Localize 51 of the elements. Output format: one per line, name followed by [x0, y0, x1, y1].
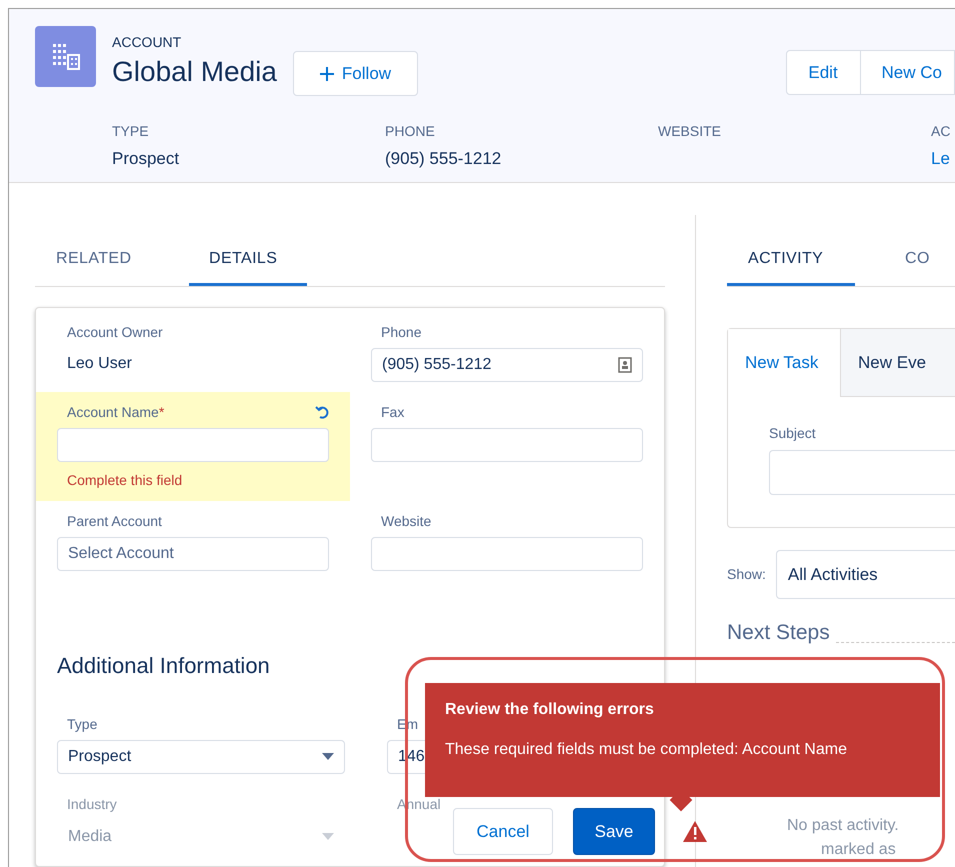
- section-title: Additional Information: [57, 652, 271, 680]
- field-label: Website: [381, 512, 432, 530]
- field-label: Industry: [67, 794, 117, 814]
- composer-tab[interactable]: New Eve: [840, 329, 955, 397]
- input-field[interactable]: [57, 428, 329, 462]
- show-label: Show:: [727, 565, 766, 584]
- field-label: Type: [67, 714, 98, 734]
- dropdown-caret-icon: [322, 753, 334, 761]
- input-field[interactable]: (905) 555-1212: [371, 348, 643, 382]
- header-action-button[interactable]: Edit: [786, 50, 861, 95]
- header-field-label: PHONE: [385, 122, 436, 141]
- cancel-button[interactable]: Cancel: [453, 808, 553, 855]
- header-field-label: AC: [931, 122, 952, 141]
- subject-label: Subject: [769, 424, 817, 443]
- header-field-link[interactable]: Le: [931, 146, 955, 172]
- header-action-button[interactable]: New Co: [860, 50, 955, 95]
- empty-activity-text: marked as: [821, 840, 897, 860]
- error-message: Complete this field: [67, 471, 184, 490]
- object-label: ACCOUNT: [112, 33, 182, 52]
- empty-activity-text: No past activity.: [787, 816, 900, 836]
- next-steps-heading: Next Steps: [727, 620, 830, 646]
- tab[interactable]: ACTIVITY: [727, 247, 855, 286]
- input-field[interactable]: [371, 428, 643, 462]
- error-title: Review the following errors: [445, 700, 655, 720]
- tab[interactable]: RELATED: [35, 247, 189, 286]
- field-label: Account Name*: [67, 402, 164, 422]
- plus-icon: [320, 66, 334, 80]
- field-label: Parent Account: [67, 512, 162, 530]
- dropdown-caret-icon: [322, 833, 334, 841]
- input-field[interactable]: [371, 537, 643, 571]
- undo-icon[interactable]: [315, 405, 329, 419]
- header-field-value: Prospect: [112, 148, 180, 170]
- subject-input[interactable]: [769, 450, 955, 495]
- select-field[interactable]: Prospect: [57, 740, 345, 774]
- field-label: Phone: [381, 322, 422, 342]
- header-field-label: TYPE: [112, 122, 150, 141]
- filter-select[interactable]: All Activities: [776, 550, 955, 599]
- field-value: Leo User: [67, 354, 133, 374]
- tab[interactable]: DETAILS: [189, 247, 307, 286]
- input-field[interactable]: Select Account: [57, 537, 329, 571]
- header-field-label: WEBSITE: [658, 122, 722, 141]
- warning-icon: [683, 821, 707, 842]
- record-title: Global Media: [112, 55, 277, 89]
- save-button[interactable]: Save: [573, 808, 655, 855]
- header-field-value: (905) 555-1212: [385, 148, 502, 170]
- follow-button[interactable]: Follow: [292, 51, 418, 96]
- field-label: Account Owner: [67, 322, 163, 342]
- building-icon: [50, 42, 80, 72]
- tab[interactable]: CO: [855, 247, 955, 286]
- error-text: These required fields must be completed: Account Name: [445, 740, 848, 760]
- field-label: Fax: [381, 402, 404, 422]
